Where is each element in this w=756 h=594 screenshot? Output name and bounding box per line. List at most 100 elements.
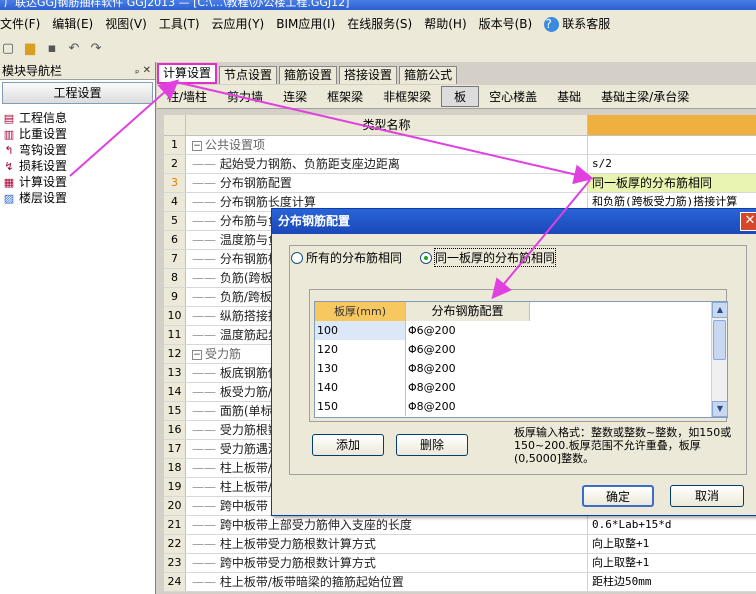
menu-support[interactable]: ? 联系客服 <box>544 15 622 32</box>
table-row[interactable]: 23 —— 跨中板带受力筋根数计算方式 向上取整+1 <box>164 554 756 573</box>
thickness-cell[interactable]: 130 <box>315 359 406 378</box>
row-number: 5 <box>164 212 186 230</box>
subtab-nonframe-beam[interactable]: 非框架梁 <box>373 88 441 105</box>
menu-view[interactable]: 视图(V) <box>105 15 153 32</box>
radio-same-thickness[interactable]: 同一板厚的分布筋相同 <box>420 248 557 267</box>
table-row[interactable]: 130 Φ8@200 <box>315 359 727 378</box>
subtab-foundation[interactable]: 基础 <box>547 88 591 105</box>
subtab-hollow-floor[interactable]: 空心楼盖 <box>479 88 547 105</box>
table-scrollbar[interactable]: ▲ ▼ <box>711 302 728 417</box>
table-row[interactable]: 21 —— 跨中板带上部受力筋伸入支座的长度 0.6*Lab+15*d <box>164 516 756 535</box>
menu-bim[interactable]: BIM应用(I) <box>276 15 341 32</box>
nav-item-project-info[interactable]: ▤ 工程信息 <box>2 110 155 126</box>
row-value[interactable]: 距柱边50mm <box>588 573 756 591</box>
radio-button[interactable] <box>291 251 303 264</box>
cancel-button[interactable]: 取消 <box>670 485 744 507</box>
tab-stirrup-formula[interactable]: 箍筋公式 <box>399 66 458 84</box>
row-number: 14 <box>164 383 186 401</box>
menu-version[interactable]: 版本号(B) <box>479 15 539 32</box>
menu-online[interactable]: 在线服务(S) <box>347 15 418 32</box>
tree-line: —— <box>192 537 220 551</box>
nav-item-label: 损耗设置 <box>19 159 68 173</box>
save-icon[interactable]: ▪ <box>44 41 60 57</box>
row-value[interactable]: 同一板厚的分布筋相同 <box>588 174 756 192</box>
nav-item-weight[interactable]: ▥ 比重设置 <box>2 126 155 142</box>
scroll-down-icon[interactable]: ▼ <box>712 401 728 417</box>
pin-close-icon[interactable]: ₚ ✕ <box>135 65 151 76</box>
table-row[interactable]: 1− 公共设置项 <box>164 136 756 155</box>
table-row[interactable]: 24 —— 柱上板带/板带暗梁的箍筋起始位置 距柱边50mm <box>164 573 756 592</box>
thickness-cell[interactable]: 150 <box>315 397 406 416</box>
config-cell[interactable]: Φ8@200 <box>406 378 530 397</box>
delete-button[interactable]: 删除 <box>396 434 468 456</box>
row-value[interactable]: s/2 <box>588 155 756 173</box>
menu-help[interactable]: 帮助(H) <box>424 15 472 32</box>
subtab-frame-beam[interactable]: 框架梁 <box>317 88 373 105</box>
scroll-thumb[interactable] <box>713 320 726 360</box>
nav-item-hook[interactable]: ↰ 弯钩设置 <box>2 142 155 158</box>
row-value[interactable]: 向上取整+1 <box>588 535 756 553</box>
calc-icon: ▦ <box>3 175 15 189</box>
config-cell[interactable]: Φ8@200 <box>406 359 530 378</box>
row-value[interactable]: 0.6*Lab+15*d <box>588 516 756 534</box>
table-row[interactable]: 3 —— 分布钢筋配置 同一板厚的分布筋相同 <box>164 174 756 193</box>
thickness-cell[interactable]: 100 <box>315 321 406 340</box>
add-button[interactable]: 添加 <box>312 434 384 456</box>
tab-lap-settings[interactable]: 搭接设置 <box>339 66 398 84</box>
row-number: 7 <box>164 250 186 268</box>
undo-icon[interactable]: ↶ <box>66 41 82 57</box>
collapse-icon[interactable]: − <box>192 349 202 360</box>
row-number: 2 <box>164 155 186 173</box>
tab-node-settings[interactable]: 节点设置 <box>219 66 278 84</box>
subtab-shear-wall[interactable]: 剪力墙 <box>217 88 273 105</box>
collapse-icon[interactable]: − <box>192 140 202 151</box>
radio-button-selected[interactable] <box>420 251 433 264</box>
table-row[interactable]: 150 Φ8@200 <box>315 397 727 416</box>
tab-stirrup-settings[interactable]: 箍筋设置 <box>279 66 338 84</box>
subtab-column[interactable]: 柱/墙柱 <box>157 88 217 105</box>
row-name-text: 负筋(跨板 <box>219 271 273 285</box>
table-row[interactable]: 2 —— 起始受力钢筋、负筋距支座边距离 s/2 <box>164 155 756 174</box>
table-row[interactable]: 120 Φ6@200 <box>315 340 727 359</box>
row-name: —— 柱上板带受力筋根数计算方式 <box>186 535 588 553</box>
config-cell[interactable]: Φ6@200 <box>406 340 530 359</box>
row-name: − 公共设置项 <box>186 136 588 154</box>
thickness-cell[interactable]: 120 <box>315 340 406 359</box>
ok-button[interactable]: 确定 <box>582 485 654 507</box>
radio-all-same[interactable]: 所有的分布筋相同 <box>291 249 402 266</box>
row-name: —— 分布钢筋配置 <box>186 174 588 192</box>
nav-item-floor[interactable]: ▨ 楼层设置 <box>2 190 155 206</box>
nav-section-title[interactable]: 工程设置 <box>2 82 153 104</box>
grid-header-value <box>588 115 756 135</box>
subtab-slab[interactable]: 板 <box>441 86 480 107</box>
row-name-text: 负筋/跨板 <box>219 290 272 304</box>
subtab-foundation-beam[interactable]: 基础主梁/承台梁 <box>591 88 699 105</box>
menu-edit[interactable]: 编辑(E) <box>52 15 99 32</box>
nav-item-label: 楼层设置 <box>19 191 68 205</box>
nav-item-loss[interactable]: ↯ 损耗设置 <box>2 158 155 174</box>
config-cell[interactable]: Φ8@200 <box>406 397 530 416</box>
subtab-link-beam[interactable]: 连梁 <box>273 88 317 105</box>
open-folder-icon[interactable]: ▆ <box>22 41 38 57</box>
config-cell[interactable]: Φ6@200 <box>406 321 530 340</box>
scroll-up-icon[interactable]: ▲ <box>712 302 728 318</box>
row-value[interactable]: 向上取整+1 <box>588 554 756 572</box>
table-row[interactable]: 22 —— 柱上板带受力筋根数计算方式 向上取整+1 <box>164 535 756 554</box>
table-row[interactable]: 100 Φ6@200 <box>315 321 727 340</box>
grid-header-rownum <box>164 115 186 135</box>
weight-icon: ▥ <box>3 127 15 141</box>
new-file-icon[interactable]: ▢ <box>0 41 16 57</box>
close-icon[interactable]: ✕ <box>740 212 756 231</box>
menu-tools[interactable]: 工具(T) <box>159 15 206 32</box>
row-name-text: 受力筋 <box>205 347 242 361</box>
support-icon: ? <box>544 16 560 32</box>
menu-cloud[interactable]: 云应用(Y) <box>212 15 271 32</box>
nav-item-calc[interactable]: ▦ 计算设置 <box>2 174 155 190</box>
menu-file[interactable]: 文件(F) <box>0 15 46 32</box>
redo-icon[interactable]: ↷ <box>88 41 104 57</box>
table-row[interactable]: 140 Φ8@200 <box>315 378 727 397</box>
tab-calc-settings[interactable]: 计算设置 <box>157 63 218 84</box>
distribution-rebar-dialog: 分布钢筋配置 ✕ 所有的分布筋相同 同一板厚的分布筋相同 板厚(mm) 分布钢筋… <box>271 208 756 516</box>
thickness-cell[interactable]: 140 <box>315 378 406 397</box>
row-value[interactable] <box>588 136 756 154</box>
